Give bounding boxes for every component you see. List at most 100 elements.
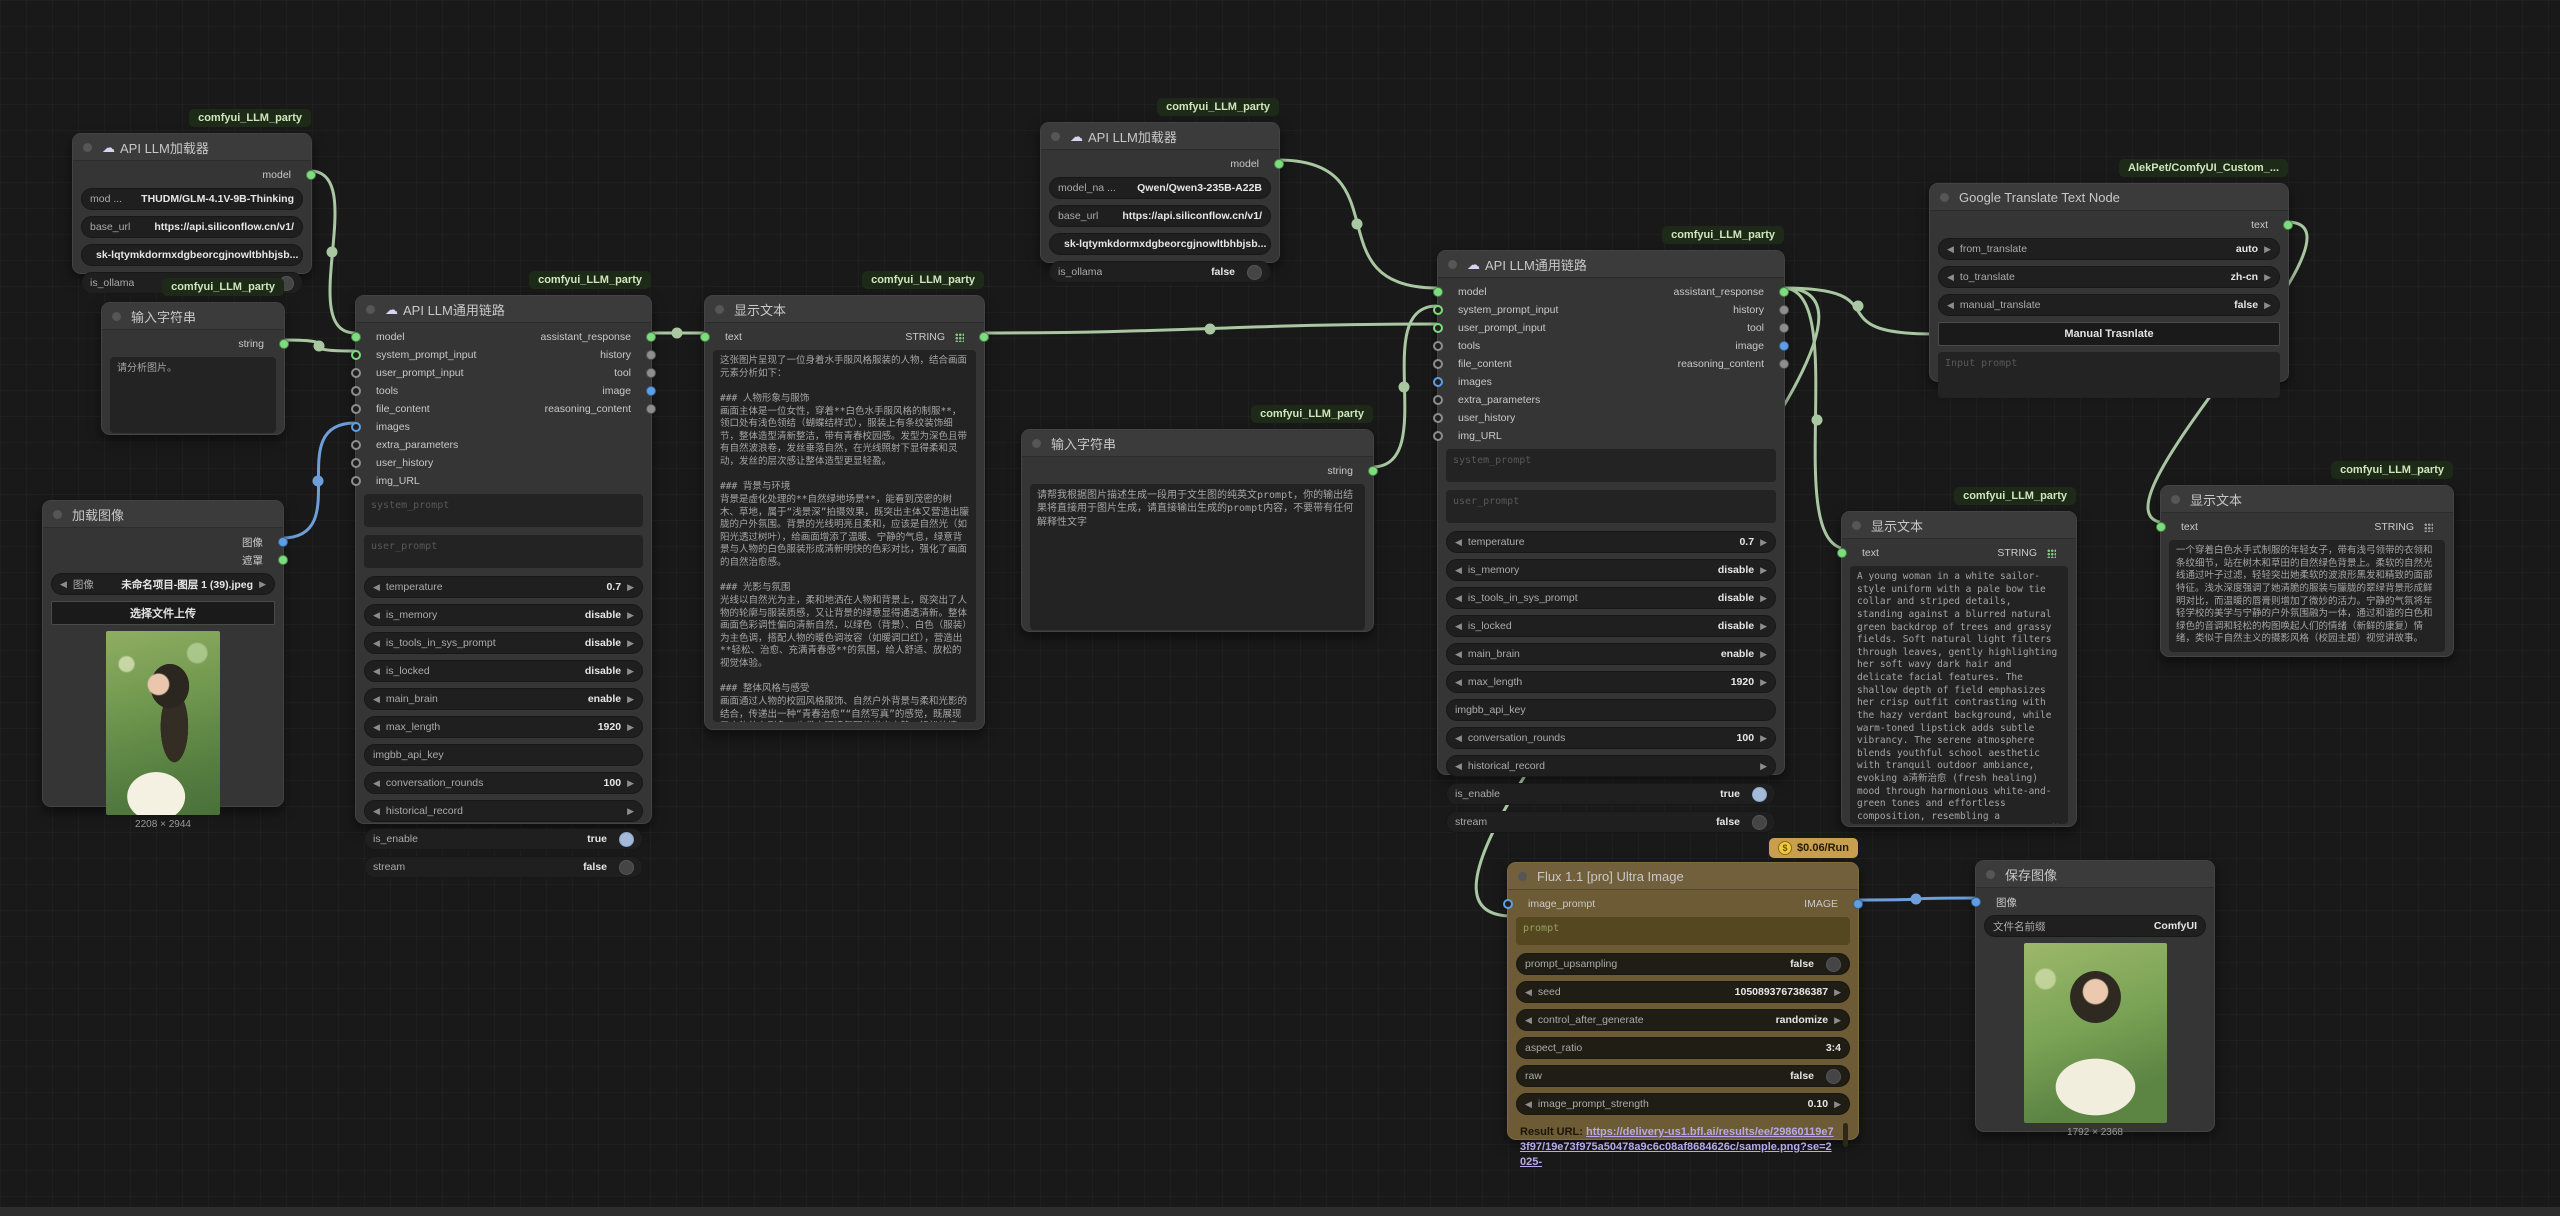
- field-widget-model_na ...[interactable]: model_na ...Qwen/Qwen3-235B-A22B: [1049, 177, 1271, 199]
- field-widget-base_url[interactable]: base_urlhttps://api.siliconflow.cn/v1/: [81, 216, 303, 238]
- combo-widget-temperature[interactable]: ◀temperature0.7▶: [1446, 531, 1776, 553]
- input-slot-dot-img_URL[interactable]: [351, 476, 361, 486]
- output-slot-dot-string[interactable]: [279, 339, 289, 349]
- input-slot-dot-file_content[interactable]: [351, 404, 361, 414]
- increment-arrow-icon[interactable]: ▶: [627, 639, 634, 648]
- toggle-widget-is_enable[interactable]: is_enabletrue: [1446, 783, 1776, 805]
- collapse-dot-icon[interactable]: [1940, 193, 1949, 202]
- node-input-string-1[interactable]: comfyui_LLM_party输入字符串string请分析图片。: [101, 302, 285, 435]
- increment-arrow-icon[interactable]: ▶: [627, 695, 634, 704]
- combo-widget-seed[interactable]: ◀seed1050893767386387▶: [1516, 981, 1850, 1003]
- increment-arrow-icon[interactable]: ▶: [2264, 245, 2271, 254]
- field-widget-imgbb_api_key[interactable]: imgbb_api_key: [1446, 699, 1776, 721]
- input-slot-dot-text[interactable]: [700, 332, 710, 342]
- input-slot-dot-extra_parameters[interactable]: [1433, 395, 1443, 405]
- combo-widget-is_locked[interactable]: ◀is_lockeddisable▶: [1446, 615, 1776, 637]
- node-input-string-2[interactable]: comfyui_LLM_party输入字符串string请帮我根据图片描述生成一…: [1021, 429, 1374, 632]
- output-slot-dot-图像[interactable]: [278, 537, 288, 547]
- textarea-system_prompt[interactable]: system_prompt: [1446, 449, 1776, 482]
- combo-widget-图像[interactable]: ◀图像未命名项目-图层 1 (39).jpeg▶: [51, 573, 275, 595]
- link-midpoint-dot[interactable]: [313, 476, 324, 487]
- increment-arrow-icon[interactable]: ▶: [2264, 273, 2271, 282]
- decrement-arrow-icon[interactable]: ◀: [373, 807, 380, 816]
- input-slot-dot-text[interactable]: [2156, 522, 2166, 532]
- decrement-arrow-icon[interactable]: ◀: [1525, 1016, 1532, 1025]
- input-slot-dot-user_history[interactable]: [351, 458, 361, 468]
- increment-arrow-icon[interactable]: ▶: [1760, 538, 1767, 547]
- scrollbar-thumb[interactable]: [1843, 1123, 1848, 1147]
- decrement-arrow-icon[interactable]: ◀: [373, 583, 380, 592]
- increment-arrow-icon[interactable]: ▶: [627, 807, 634, 816]
- increment-arrow-icon[interactable]: ▶: [1760, 594, 1767, 603]
- textarea-content[interactable]: 这张图片呈现了一位身着水手服风格服装的人物，结合画面元素分析如下： ### 人物…: [713, 350, 976, 722]
- input-slot-dot-user_history[interactable]: [1433, 413, 1443, 423]
- toggle-widget-raw[interactable]: rawfalse: [1516, 1065, 1850, 1087]
- input-slot-dot-system_prompt_input[interactable]: [1433, 305, 1443, 315]
- collapse-dot-icon[interactable]: [1051, 132, 1060, 141]
- combo-widget-max_length[interactable]: ◀max_length1920▶: [364, 716, 643, 738]
- collapse-dot-icon[interactable]: [112, 312, 121, 321]
- node-google-translate[interactable]: AlekPet/ComfyUI_Custom_...Google Transla…: [1929, 183, 2289, 382]
- increment-arrow-icon[interactable]: ▶: [1834, 988, 1841, 997]
- decrement-arrow-icon[interactable]: ◀: [1455, 538, 1462, 547]
- decrement-arrow-icon[interactable]: ◀: [1455, 566, 1462, 575]
- input-slot-dot-extra_parameters[interactable]: [351, 440, 361, 450]
- toggle-widget-prompt_upsampling[interactable]: prompt_upsamplingfalse: [1516, 953, 1850, 975]
- output-slot-dot-image[interactable]: [646, 386, 656, 396]
- decrement-arrow-icon[interactable]: ◀: [373, 695, 380, 704]
- collapse-dot-icon[interactable]: [83, 143, 92, 152]
- output-slot-dot-model[interactable]: [306, 170, 316, 180]
- textarea-content[interactable]: 请分析图片。: [110, 357, 276, 433]
- decrement-arrow-icon[interactable]: ◀: [373, 723, 380, 732]
- textarea-user_prompt[interactable]: user_prompt: [364, 535, 643, 568]
- combo-widget-historical_record[interactable]: ◀historical_record▶: [1446, 755, 1776, 777]
- combo-widget-max_length[interactable]: ◀max_length1920▶: [1446, 671, 1776, 693]
- link-midpoint-dot[interactable]: [1812, 415, 1823, 426]
- decrement-arrow-icon[interactable]: ◀: [1455, 650, 1462, 659]
- collapse-dot-icon[interactable]: [1986, 870, 1995, 879]
- node-load-image[interactable]: 加载图像图像遮罩◀图像未命名项目-图层 1 (39).jpeg▶选择文件上传22…: [42, 500, 284, 807]
- input-slot-dot-images[interactable]: [1433, 377, 1443, 387]
- increment-arrow-icon[interactable]: ▶: [1760, 734, 1767, 743]
- decrement-arrow-icon[interactable]: ◀: [1455, 622, 1462, 631]
- value-widget-value[interactable]: sk-lqtymkdormxdgbeorcgjnowltbhbjsb...: [1049, 233, 1271, 255]
- output-slot-dot-tool[interactable]: [646, 368, 656, 378]
- output-slot-dot-STRING[interactable]: [979, 332, 989, 342]
- output-slot-dot-history[interactable]: [1779, 305, 1789, 315]
- combo-widget-to_translate[interactable]: ◀to_translatezh-cn▶: [1938, 266, 2280, 288]
- decrement-arrow-icon[interactable]: ◀: [1455, 594, 1462, 603]
- node-llm-loader-2[interactable]: comfyui_LLM_party☁API LLM加载器modelmodel_n…: [1040, 122, 1280, 263]
- combo-widget-control_after_generate[interactable]: ◀control_after_generaterandomize▶: [1516, 1009, 1850, 1031]
- textarea-content[interactable]: A young woman in a white sailor-style un…: [1850, 566, 2068, 824]
- combo-widget-from_translate[interactable]: ◀from_translateauto▶: [1938, 238, 2280, 260]
- combo-widget-is_memory[interactable]: ◀is_memorydisable▶: [1446, 559, 1776, 581]
- button-选择文件上传[interactable]: 选择文件上传: [51, 601, 275, 625]
- input-slot-dot-user_prompt_input[interactable]: [351, 368, 361, 378]
- increment-arrow-icon[interactable]: ▶: [627, 667, 634, 676]
- toggle-widget-stream[interactable]: streamfalse: [1446, 811, 1776, 833]
- increment-arrow-icon[interactable]: ▶: [259, 580, 266, 589]
- toggle-knob[interactable]: [1752, 815, 1767, 830]
- link-midpoint-dot[interactable]: [1399, 382, 1410, 393]
- node-llm-loader-1[interactable]: comfyui_LLM_party☁API LLM加载器modelmod ...…: [72, 133, 312, 274]
- output-slot-dot-assistant_response[interactable]: [646, 332, 656, 342]
- collapse-dot-icon[interactable]: [2171, 495, 2180, 504]
- output-slot-dot-tool[interactable]: [1779, 323, 1789, 333]
- node-graph-canvas[interactable]: comfyui_LLM_party☁API LLM加载器modelmod ...…: [0, 0, 2560, 1216]
- decrement-arrow-icon[interactable]: ◀: [1455, 734, 1462, 743]
- decrement-arrow-icon[interactable]: ◀: [1947, 301, 1954, 310]
- combo-widget-conversation_rounds[interactable]: ◀conversation_rounds100▶: [1446, 727, 1776, 749]
- textarea-prompt[interactable]: prompt: [1516, 917, 1850, 945]
- field-widget-mod ...[interactable]: mod ...THUDM/GLM-4.1V-9B-Thinking: [81, 188, 303, 210]
- link-midpoint-dot[interactable]: [327, 247, 338, 258]
- input-slot-dot-image_prompt[interactable]: [1503, 899, 1513, 909]
- field-widget-imgbb_api_key[interactable]: imgbb_api_key: [364, 744, 643, 766]
- toggle-widget-is_ollama[interactable]: is_ollamafalse: [1049, 261, 1271, 283]
- link-midpoint-dot[interactable]: [1205, 324, 1216, 335]
- collapse-dot-icon[interactable]: [53, 510, 62, 519]
- increment-arrow-icon[interactable]: ▶: [2264, 301, 2271, 310]
- link-midpoint-dot[interactable]: [672, 328, 683, 339]
- combo-widget-is_tools_in_sys_prompt[interactable]: ◀is_tools_in_sys_promptdisable▶: [1446, 587, 1776, 609]
- toggle-knob[interactable]: [1826, 1069, 1841, 1084]
- textarea-user_prompt[interactable]: user_prompt: [1446, 490, 1776, 523]
